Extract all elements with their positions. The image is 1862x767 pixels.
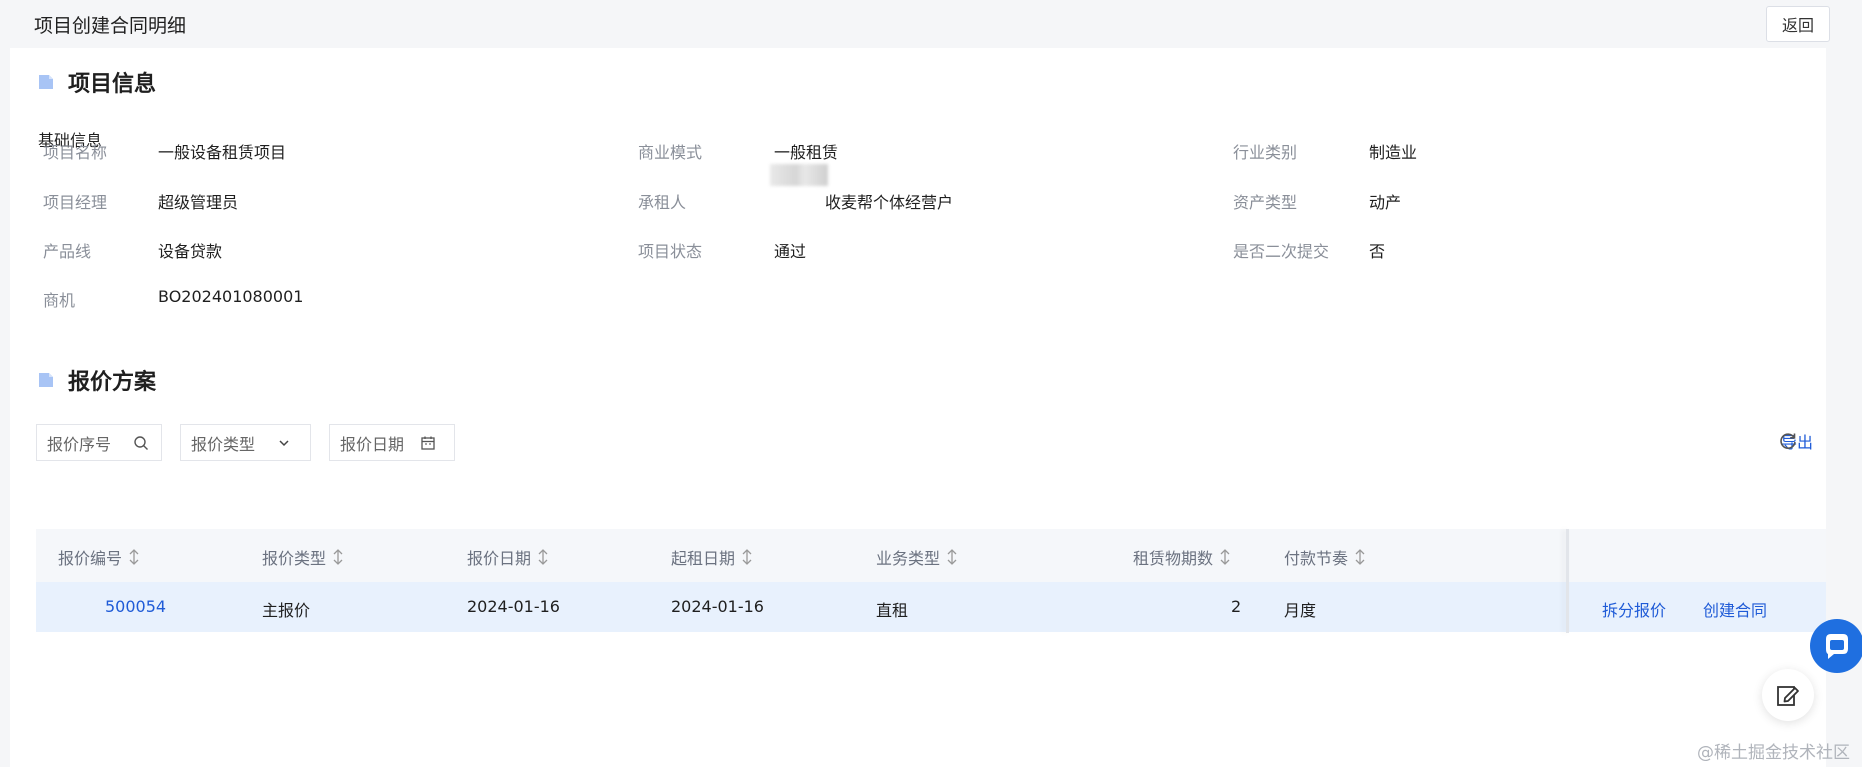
search-icon bbox=[134, 436, 148, 450]
sort-icon bbox=[742, 549, 752, 565]
column-header-label: 报价日期 bbox=[467, 549, 532, 568]
feedback-float-button[interactable] bbox=[1762, 669, 1814, 721]
column-header-label: 报价编号 bbox=[58, 549, 123, 568]
field-label-industry: 行业类别 bbox=[1233, 143, 1298, 162]
sort-icon bbox=[1220, 549, 1230, 565]
section-title-project-info: 项目信息 bbox=[68, 72, 157, 97]
column-header-business-type[interactable]: 业务类型 bbox=[876, 545, 958, 569]
quote-date-picker-placeholder: 报价日期 bbox=[340, 434, 405, 454]
cell-payment-rhythm: 月度 bbox=[1284, 601, 1317, 620]
fixed-column-divider bbox=[1566, 529, 1569, 633]
table-row[interactable]: 500054 主报价 2024-01-16 2024-01-16 直租 2 月度… bbox=[36, 582, 1826, 632]
project-info-header: 项目信息 bbox=[38, 66, 156, 98]
field-label-business-model: 商业模式 bbox=[638, 143, 703, 162]
column-header-periods[interactable]: 租赁物期数 bbox=[1133, 545, 1231, 569]
sort-icon bbox=[947, 549, 957, 565]
page-title: 项目创建合同明细 bbox=[34, 15, 187, 37]
watermark: @稀土掘金技术社区 bbox=[1697, 743, 1850, 763]
sort-icon bbox=[129, 549, 139, 565]
column-header-quote-no[interactable]: 报价编号 bbox=[58, 545, 140, 569]
column-header-label: 业务类型 bbox=[876, 549, 941, 568]
quote-type-select-placeholder: 报价类型 bbox=[191, 434, 256, 454]
field-value-project-manager: 超级管理员 bbox=[158, 193, 239, 212]
quote-plan-header: 报价方案 bbox=[38, 364, 156, 396]
column-header-start-date[interactable]: 起租日期 bbox=[671, 545, 753, 569]
document-icon bbox=[39, 75, 53, 89]
sort-icon bbox=[1355, 549, 1365, 565]
cell-quote-date: 2024-01-16 bbox=[467, 597, 560, 616]
chat-bubble-icon bbox=[1826, 634, 1848, 659]
quote-no-filter[interactable]: 报价序号 bbox=[36, 424, 162, 461]
field-label-lessee: 承租人 bbox=[638, 193, 687, 212]
column-header-label: 付款节奏 bbox=[1284, 549, 1349, 568]
back-button[interactable]: 返回 bbox=[1766, 6, 1830, 42]
column-header-label: 报价类型 bbox=[262, 549, 327, 568]
column-header-quote-date[interactable]: 报价日期 bbox=[467, 545, 549, 569]
assistant-float-button[interactable] bbox=[1810, 619, 1862, 673]
field-label-resubmit: 是否二次提交 bbox=[1233, 242, 1330, 261]
calendar-icon bbox=[421, 436, 435, 450]
cell-periods: 2 bbox=[1231, 597, 1242, 616]
field-value-project-name: 一般设备租赁项目 bbox=[158, 143, 287, 162]
field-label-opportunity: 商机 bbox=[43, 291, 76, 310]
redacted-text bbox=[770, 164, 828, 186]
section-title-quote-plan: 报价方案 bbox=[68, 370, 157, 395]
column-header-label: 起租日期 bbox=[671, 549, 736, 568]
quote-date-picker[interactable]: 报价日期 bbox=[329, 424, 455, 461]
column-header-label: 租赁物期数 bbox=[1133, 549, 1214, 568]
edit-note-icon bbox=[1777, 686, 1799, 706]
field-label-project-manager: 项目经理 bbox=[43, 193, 108, 212]
quote-type-select[interactable]: 报价类型 bbox=[180, 424, 311, 461]
field-value-lessee: 收麦帮个体经营户 bbox=[825, 193, 954, 212]
cell-quote-type: 主报价 bbox=[262, 601, 311, 620]
field-label-project-status: 项目状态 bbox=[638, 242, 703, 261]
document-icon bbox=[39, 373, 53, 387]
cell-quote-no[interactable]: 500054 bbox=[105, 597, 166, 616]
field-value-opportunity: BO202401080001 bbox=[158, 287, 304, 306]
split-quote-link[interactable]: 拆分报价 bbox=[1602, 597, 1666, 621]
cell-start-date: 2024-01-16 bbox=[671, 597, 764, 616]
sort-icon bbox=[538, 549, 548, 565]
field-label-project-name: 项目名称 bbox=[43, 143, 108, 162]
column-header-payment-rhythm[interactable]: 付款节奏 bbox=[1284, 545, 1366, 569]
chevron-down-icon bbox=[279, 440, 289, 447]
cell-business-type: 直租 bbox=[876, 601, 909, 620]
field-label-product-line: 产品线 bbox=[43, 242, 92, 261]
content-card: 项目信息 基础信息 项目名称 一般设备租赁项目 商业模式 一般租赁 行业类别 制… bbox=[10, 48, 1826, 767]
field-value-asset-type: 动产 bbox=[1369, 193, 1402, 212]
field-value-industry: 制造业 bbox=[1369, 143, 1418, 162]
field-label-asset-type: 资产类型 bbox=[1233, 193, 1298, 212]
field-value-project-status: 通过 bbox=[774, 242, 807, 261]
quote-no-filter-placeholder: 报价序号 bbox=[47, 434, 112, 454]
field-value-product-line: 设备贷款 bbox=[158, 242, 223, 261]
create-contract-link[interactable]: 创建合同 bbox=[1703, 597, 1767, 621]
sort-icon bbox=[333, 549, 343, 565]
top-bar: 项目创建合同明细 返回 bbox=[0, 0, 1862, 48]
field-value-resubmit: 否 bbox=[1369, 242, 1386, 261]
table-header: 报价编号 报价类型 报价日期 起租日期 业务类型 租赁物期数 付款节奏 bbox=[36, 529, 1826, 583]
refresh-icon[interactable] bbox=[1777, 431, 1799, 453]
field-value-business-model: 一般租赁 bbox=[774, 143, 839, 162]
column-header-quote-type[interactable]: 报价类型 bbox=[262, 545, 344, 569]
